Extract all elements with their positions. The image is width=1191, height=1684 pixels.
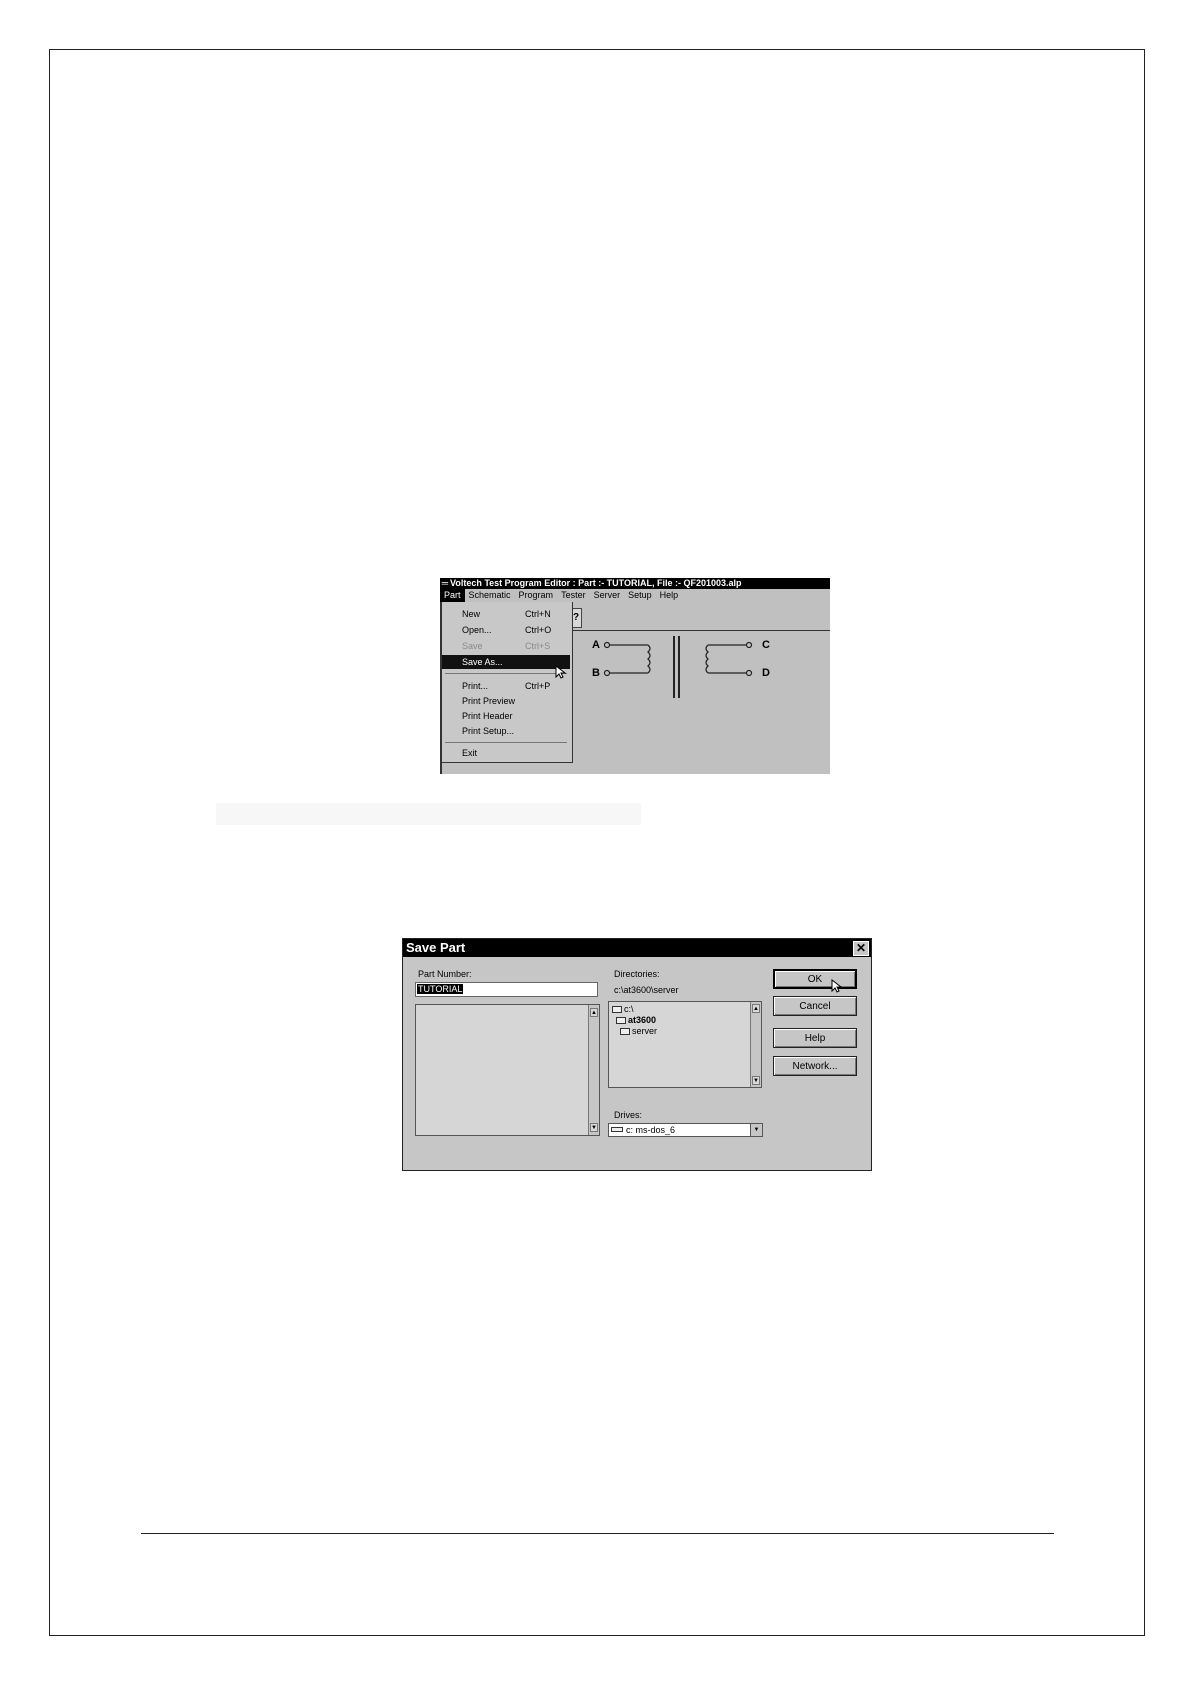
menu-part[interactable]: Part (440, 589, 465, 602)
primary-winding (603, 641, 651, 677)
menu-item-open[interactable]: Open... Ctrl+O (442, 623, 570, 637)
mouse-pointer-icon (555, 665, 567, 679)
drive-value: c: ms-dos_6 (626, 1125, 676, 1135)
menu-item-exit[interactable]: Exit (442, 746, 570, 760)
save-part-dialog: Save Part ✕ Part Number: TUTORIAL ▲ ▼ Di… (402, 938, 872, 1171)
editor-window-screenshot: ═ Voltech Test Program Editor : Part :- T… (440, 578, 830, 774)
network-button[interactable]: Network... (773, 1056, 857, 1076)
part-number-value: TUTORIAL (417, 984, 464, 994)
transformer-core (673, 636, 680, 698)
part-menu-dropdown: New Ctrl+N Open... Ctrl+O Save Ctrl+S Save … (442, 602, 573, 763)
mouse-pointer-icon (831, 979, 843, 993)
scroll-up-icon[interactable]: ▲ (752, 1004, 760, 1013)
menu-item-print-setup[interactable]: Print Setup... (442, 724, 570, 738)
menu-server[interactable]: Server (590, 589, 625, 602)
part-list-scrollbar[interactable]: ▲ ▼ (588, 1005, 599, 1135)
system-menu-icon[interactable]: ═ (440, 578, 450, 589)
menu-schematic[interactable]: Schematic (465, 589, 515, 602)
directories-label: Directories: (614, 969, 660, 979)
scroll-down-icon[interactable]: ▼ (752, 1076, 760, 1085)
footer-rule (141, 1533, 1054, 1534)
part-number-label: Part Number: (418, 969, 472, 979)
menu-separator (445, 673, 567, 674)
directory-list-scrollbar[interactable]: ▲ ▼ (750, 1002, 761, 1087)
scroll-down-icon[interactable]: ▼ (590, 1123, 598, 1132)
terminal-a-label: A (592, 639, 600, 651)
menu-program[interactable]: Program (515, 589, 558, 602)
menu-item-save-as[interactable]: Save As... (442, 655, 570, 669)
ok-button[interactable]: OK (773, 969, 857, 989)
menu-item-print-preview[interactable]: Print Preview (442, 694, 570, 708)
open-folder-icon (616, 1017, 626, 1024)
editor-title: Voltech Test Program Editor : Part :- TU… (450, 578, 742, 588)
editor-title-bar: ═ Voltech Test Program Editor : Part :- T… (440, 578, 830, 589)
current-directory: c:\at3600\server (614, 985, 679, 995)
menu-separator (445, 742, 567, 743)
menu-bar: Part Schematic Program Tester Server Setup Hel… (440, 589, 830, 602)
cancel-button[interactable]: Cancel (773, 996, 857, 1016)
drives-label: Drives: (614, 1110, 643, 1120)
caption-placeholder (216, 803, 641, 825)
part-number-input[interactable]: TUTORIAL (415, 982, 598, 997)
menu-item-save: Save Ctrl+S (462, 641, 551, 651)
close-icon[interactable]: ✕ (853, 941, 869, 956)
open-folder-icon (620, 1028, 630, 1035)
directory-list[interactable]: c:\ at3600 server ▲ ▼ (608, 1001, 762, 1088)
terminal-b-label: B (592, 667, 600, 679)
drives-select[interactable]: c: ms-dos_6 ▼ (608, 1123, 763, 1137)
menu-item-new[interactable]: New Ctrl+N (442, 607, 570, 621)
transformer-schematic: A B C D (580, 634, 830, 744)
secondary-winding (705, 641, 753, 677)
directory-item-at3600[interactable]: at3600 (616, 1015, 656, 1026)
page-border (49, 49, 1145, 1636)
menu-item-print-header[interactable]: Print Header (442, 709, 570, 723)
scroll-up-icon[interactable]: ▲ (590, 1008, 598, 1017)
directory-item-server[interactable]: server (620, 1026, 657, 1037)
menu-setup[interactable]: Setup (624, 589, 656, 602)
menu-help[interactable]: Help (656, 589, 683, 602)
directory-item-root[interactable]: c:\ (612, 1004, 634, 1015)
toolbar-divider (572, 630, 830, 631)
dialog-title: Save Part (403, 939, 871, 957)
menu-item-print[interactable]: Print... Ctrl+P (442, 679, 570, 693)
drive-icon (611, 1127, 623, 1132)
open-folder-icon (612, 1006, 622, 1013)
help-button[interactable]: Help (773, 1028, 857, 1048)
part-list[interactable]: ▲ ▼ (415, 1004, 600, 1136)
terminal-c-label: C (762, 639, 770, 651)
menu-tester[interactable]: Tester (557, 589, 590, 602)
chevron-down-icon[interactable]: ▼ (750, 1124, 762, 1136)
terminal-d-label: D (762, 667, 770, 679)
